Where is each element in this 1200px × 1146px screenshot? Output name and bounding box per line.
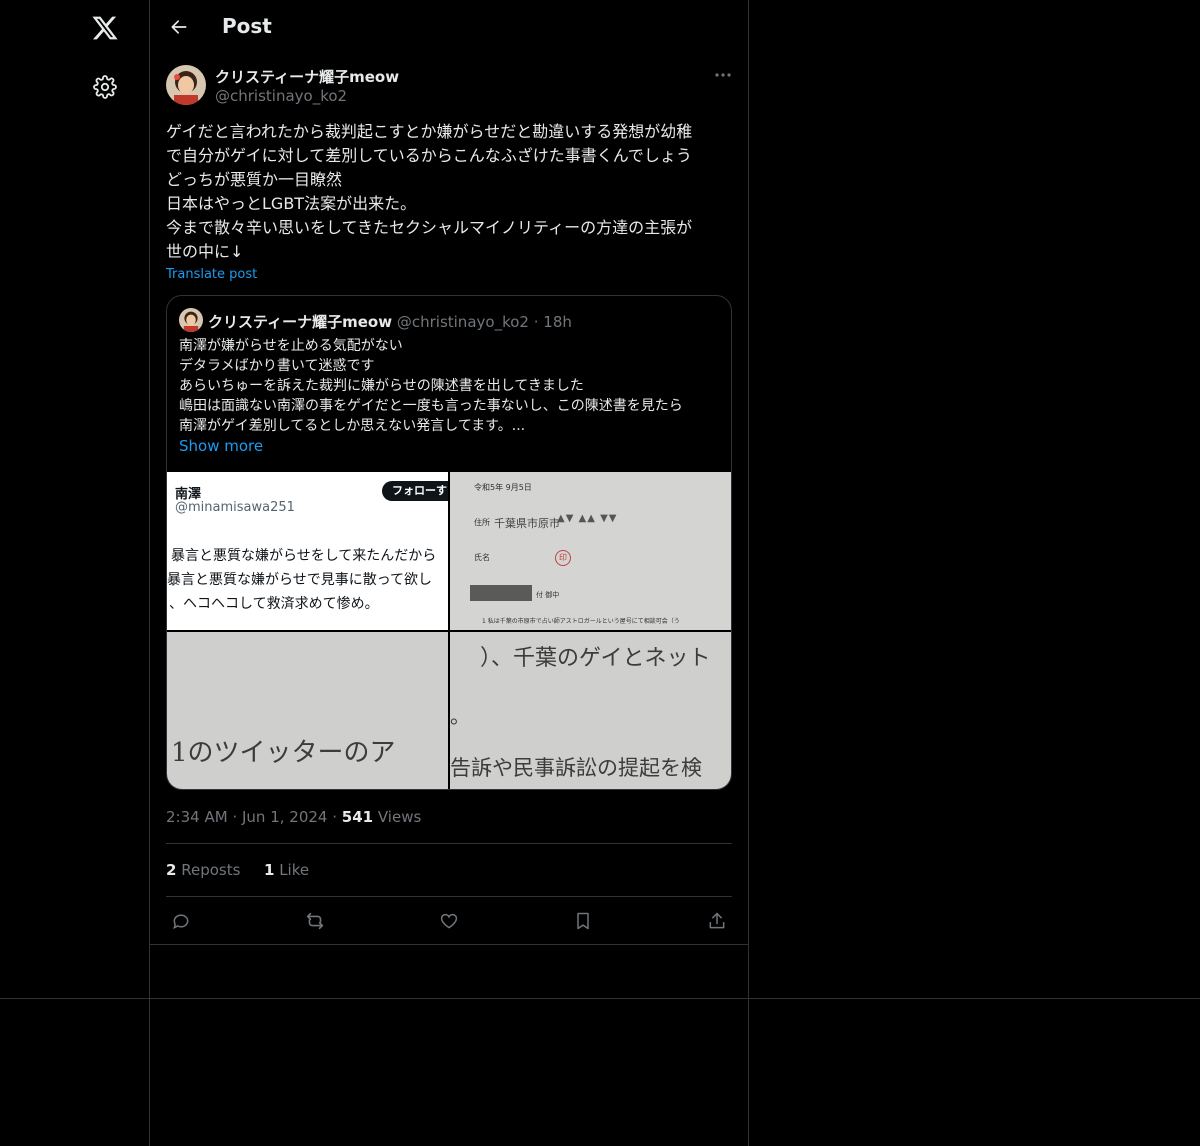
media-image-4[interactable]: ）、千葉のゲイとネット 。 告訴や民事訴訟の提起を検 — [450, 632, 731, 789]
quote-author-handle: @christinayo_ko2 — [396, 313, 529, 331]
m4-line-3: 告訴や民事訴訟の提起を検 — [450, 756, 702, 780]
media-image-3[interactable]: 1のツイッターのア — [167, 632, 448, 789]
quote-author-name: クリスティーナ耀子meow — [208, 313, 393, 331]
show-more-link[interactable]: Show more — [179, 437, 263, 455]
post-text: ゲイだと言われたから裁判起こすとか嫌がらせだと勘違いする発想が幼稚 で自分がゲイ… — [166, 122, 693, 261]
m2-addressee: 付 御中 — [536, 591, 560, 599]
quote-author-avatar — [179, 308, 203, 332]
reply-icon[interactable] — [169, 909, 193, 933]
m2-name-label: 氏名 — [474, 553, 490, 562]
settings-gear-icon[interactable] — [91, 73, 119, 101]
media-image-1[interactable]: 南澤 @minamisawa251 フォローす 暴言と悪質な嫌がらせをして来たん… — [167, 472, 448, 630]
m2-seal: 印 — [555, 550, 571, 566]
back-arrow-icon[interactable] — [164, 12, 194, 42]
page-separator — [0, 998, 1200, 999]
quote-age: 18h — [543, 313, 572, 331]
m1-line-1: 暴言と悪質な嫌がらせをして来たんだから — [171, 548, 437, 564]
m2-date: 令和5年 9月5日 — [474, 483, 532, 492]
post-date[interactable]: Jun 1, 2024 — [242, 808, 327, 826]
m1-line-2: 暴言と悪質な嫌がらせで見事に散って欲し — [167, 572, 433, 588]
m2-addr-value: 千葉県市原市 — [494, 517, 560, 530]
page-title: Post — [222, 14, 272, 38]
meta-dot-2: · — [332, 808, 342, 826]
post-header: Post — [150, 0, 748, 54]
share-icon[interactable] — [705, 909, 729, 933]
m1-follow-button: フォローす — [382, 481, 448, 501]
stats-divider — [166, 896, 732, 897]
translate-post-link[interactable]: Translate post — [166, 267, 257, 282]
m2-redaction-marks: ▲▼ ▲▲ ▼▼ — [557, 513, 618, 524]
quote-media-grid: 南澤 @minamisawa251 フォローす 暴言と悪質な嫌がらせをして来たん… — [167, 472, 731, 789]
likes-stat[interactable]: 1 Like — [264, 861, 309, 879]
author-handle[interactable]: @christinayo_ko2 — [215, 87, 347, 105]
m2-addr-label: 住所 — [474, 518, 490, 527]
m4-line-1: ）、千葉のゲイとネット — [480, 646, 711, 671]
m3-text: 1のツイッターのア — [171, 738, 396, 768]
more-options-icon[interactable] — [712, 66, 734, 84]
author-avatar[interactable] — [166, 65, 206, 105]
m2-line-1: 1 私は千葉の市原市で占い師アストロガールという屋号にて相談可会（う — [482, 618, 680, 625]
meta-dot-1: · — [232, 808, 242, 826]
views-label: Views — [377, 808, 422, 826]
m1-line-3: 、ヘコヘコして救済求めて惨め。 — [169, 596, 379, 612]
reposts-stat[interactable]: 2 Reposts — [166, 861, 240, 879]
likes-count: 1 — [263, 861, 275, 879]
author-name[interactable]: クリスティーナ耀子meow — [215, 66, 399, 87]
post-metadata: 2:34 AM · Jun 1, 2024 · 541 Views — [166, 808, 421, 826]
x-logo-icon[interactable] — [88, 11, 122, 45]
bookmark-icon[interactable] — [571, 909, 595, 933]
column-divider-left — [149, 0, 150, 1146]
reposts-label: Reposts — [181, 861, 241, 879]
quote-text: 南澤が嫌がらせを止める気配がない デタラメばかり書いて迷惑です あらいちゅーを訴… — [179, 338, 683, 434]
quoted-post[interactable]: クリスティーナ耀子meow @christinayo_ko2 · 18h 南澤が… — [166, 295, 732, 790]
quote-header: クリスティーナ耀子meow @christinayo_ko2 · 18h — [208, 311, 572, 332]
engagement-stats: 2 Reposts 1 Like — [166, 861, 309, 879]
m4-line-2: 。 — [450, 704, 470, 728]
like-heart-icon[interactable] — [437, 909, 461, 933]
views-count: 541 — [341, 808, 374, 826]
repost-icon[interactable] — [303, 909, 327, 933]
likes-label: Like — [279, 861, 310, 879]
media-image-2[interactable]: 令和5年 9月5日 住所 千葉県市原市 ▲▼ ▲▲ ▼▼ 氏名 印 付 御中 1… — [450, 472, 731, 630]
reposts-count: 2 — [166, 861, 177, 879]
timeline-bottom-border — [150, 944, 748, 945]
quote-dot: · — [533, 313, 539, 331]
column-divider-right — [748, 0, 749, 1146]
m1-handle: @minamisawa251 — [175, 500, 295, 515]
m2-redaction-box — [470, 585, 532, 601]
meta-divider — [166, 843, 732, 844]
post-time[interactable]: 2:34 AM — [166, 808, 228, 826]
